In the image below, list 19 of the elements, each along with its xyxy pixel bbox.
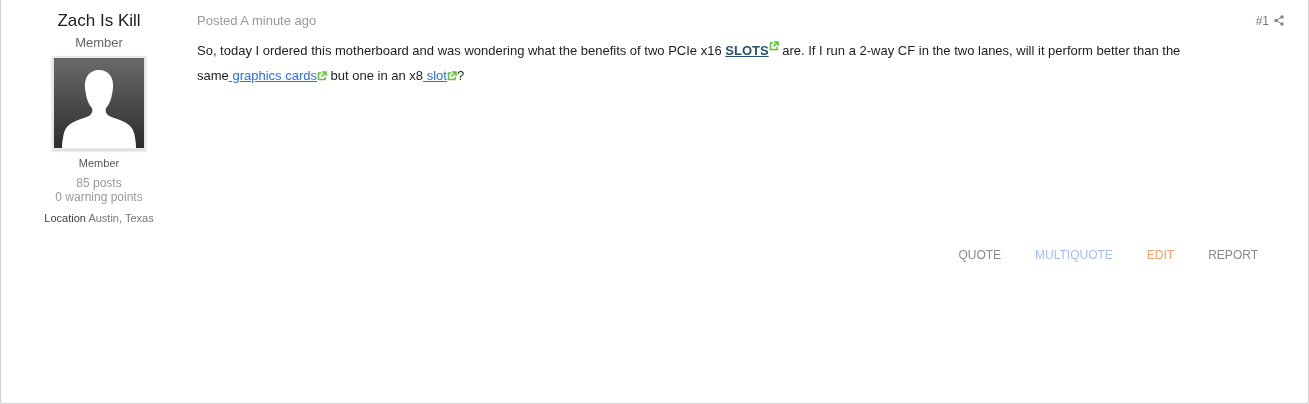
post-number[interactable]: #1 <box>1255 13 1269 28</box>
link[interactable]: graphics cards <box>228 68 317 83</box>
post-text: So, today I ordered this motherboard and was wondering what the benefits of two PCIe x16 SLOTS are. If I run a 2-way CF in the two lanes, will it perform better than the same graphics cards but one in an x8 slot ? <box>197 40 1182 85</box>
author-location: Location Austin, Texas <box>44 212 154 224</box>
warning-points: 0 warning points <box>55 190 143 204</box>
share-icon[interactable] <box>1274 15 1284 26</box>
author-title: Member <box>75 35 123 50</box>
post-count: 85 posts <box>76 176 122 190</box>
post-date: Posted A minute ago <box>197 13 317 28</box>
external-link-icon <box>768 41 779 51</box>
link[interactable]: SLOTS <box>725 43 769 58</box>
external-link-icon <box>316 71 327 81</box>
link[interactable]: slot <box>423 68 447 83</box>
author-name[interactable]: Zach Is Kill <box>57 11 141 31</box>
avatar-icon <box>52 56 146 150</box>
author-rank: Member <box>78 157 120 169</box>
action-link[interactable]: QUOTE <box>958 248 1002 262</box>
external-link-icon <box>446 71 457 81</box>
action-link[interactable]: REPORT <box>1208 248 1258 262</box>
